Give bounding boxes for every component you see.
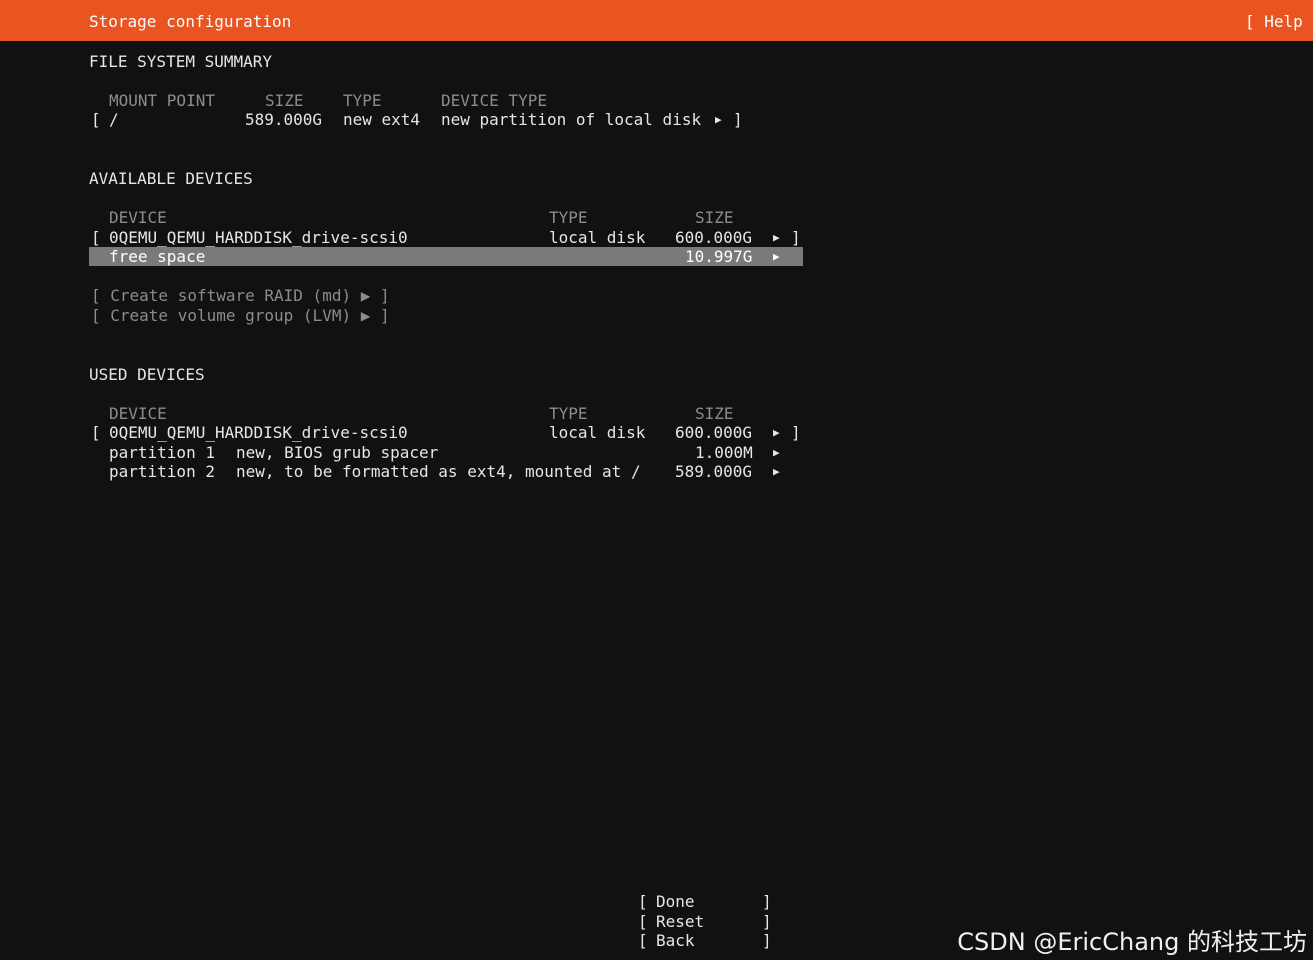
done-label: Done [656,892,695,911]
free-space-label: free space [109,247,206,266]
button-bracket-close: ] [762,912,772,931]
disk-size: 600.000G [675,423,753,442]
title-bar: Storage configuration [ Help ] [0,0,1313,41]
col-size: SIZE [265,91,304,110]
mount-point-value: / [109,110,119,129]
row-bracket-open: [ [91,423,101,442]
col-size: SIZE [695,404,734,423]
button-bracket-open: [ [638,912,648,931]
help-button[interactable]: [ Help ] [1245,12,1313,31]
partition-desc: new, to be formatted as ext4, mounted at… [236,462,641,481]
partition-size: 1.000M [695,443,753,462]
col-size: SIZE [695,208,734,227]
col-mount-point: MOUNT POINT [109,91,215,110]
partition-desc: new, BIOS grub spacer [236,443,439,462]
col-type: TYPE [549,404,588,423]
arrow-right-icon: ▶ [715,113,722,126]
disk-type: local disk [549,228,646,247]
partition-name: partition 2 [109,462,215,481]
watermark: CSDN @EricChang 的科技工坊 [957,928,1307,956]
type-value: new ext4 [343,110,421,129]
create-raid-button[interactable]: [ Create software RAID (md) ▶ ] [91,286,390,305]
col-type: TYPE [343,91,382,110]
button-bracket-open: [ [638,892,648,911]
col-type: TYPE [549,208,588,227]
arrow-right-icon: ▶ [773,465,780,478]
fs-summary-heading: FILE SYSTEM SUMMARY [89,52,273,71]
size-value: 589.000G [245,110,323,129]
col-device: DEVICE [109,208,167,227]
back-label: Back [656,931,695,950]
button-bracket-close: ] [762,931,772,950]
arrow-right-icon: ▶ [773,231,780,244]
arrow-right-icon: ▶ [773,250,780,263]
row-bracket-close: ] [791,423,801,442]
used-devices-heading: USED DEVICES [89,365,205,384]
disk-name: 0QEMU_QEMU_HARDDISK_drive-scsi0 [109,423,408,442]
button-bracket-open: [ [638,931,648,950]
row-bracket-close: ] [791,228,801,247]
reset-label: Reset [656,912,705,931]
partition-name: partition 1 [109,443,215,462]
available-devices-heading: AVAILABLE DEVICES [89,169,253,188]
disk-name: 0QEMU_QEMU_HARDDISK_drive-scsi0 [109,228,408,247]
row-bracket-close: ] [733,110,743,129]
row-bracket-open: [ [91,228,101,247]
disk-type: local disk [549,423,646,442]
arrow-right-icon: ▶ [773,426,780,439]
col-device: DEVICE [109,404,167,423]
disk-size: 600.000G [675,228,753,247]
free-space-size: 10.997G [685,247,753,266]
device-type-value: new partition of local disk [441,110,702,129]
partition-size: 589.000G [675,462,753,481]
create-lvm-button[interactable]: [ Create volume group (LVM) ▶ ] [91,306,390,325]
arrow-right-icon: ▶ [773,446,780,459]
col-device-type: DEVICE TYPE [441,91,547,110]
page-title: Storage configuration [89,12,292,31]
row-bracket-open: [ [91,110,101,129]
button-bracket-close: ] [762,892,772,911]
